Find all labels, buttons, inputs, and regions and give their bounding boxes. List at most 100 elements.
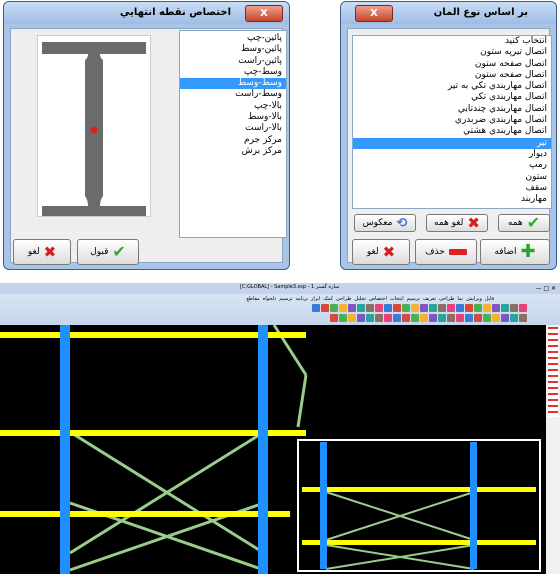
toolbar-tool-icon[interactable]: [510, 304, 518, 312]
list-item[interactable]: مرکز جرم: [180, 135, 286, 146]
toolbar-tool-icon[interactable]: [339, 314, 347, 322]
menu-tab[interactable]: دلخواه: [263, 296, 277, 302]
list-item[interactable]: سقف: [353, 183, 551, 194]
list-item[interactable]: مرکز برش: [180, 146, 286, 157]
menu-tab[interactable]: برنامه: [295, 296, 307, 302]
toolbar-tool-icon[interactable]: [348, 314, 356, 322]
toolbar-tool-icon[interactable]: [366, 314, 374, 322]
cancel-button[interactable]: لغو ✖: [352, 239, 410, 265]
toolbar-tool-icon[interactable]: [456, 314, 464, 322]
list-item[interactable]: اتصال مهاربندي هشتي: [353, 126, 551, 137]
toolbar-tool-icon[interactable]: [393, 314, 401, 322]
toolbar-tool-icon[interactable]: [348, 304, 356, 312]
list-item[interactable]: بالا-چپ: [180, 101, 286, 112]
list-item[interactable]: وسط-راست: [180, 89, 286, 100]
toolbar-tool-icon[interactable]: [420, 304, 428, 312]
list-item[interactable]: وسط-چپ: [180, 67, 286, 78]
menu-tab[interactable]: اختصاص: [369, 296, 387, 302]
cancel-all-button[interactable]: لغو همه ✖: [426, 214, 488, 232]
toolbar-tool-icon[interactable]: [501, 304, 509, 312]
panel-icons[interactable]: [548, 327, 558, 417]
toolbar-tool-icon[interactable]: [357, 304, 365, 312]
toolbar-tool-icon[interactable]: [330, 304, 338, 312]
toolbar-tool-icon[interactable]: [375, 304, 383, 312]
toolbar-tool-icon[interactable]: [501, 314, 509, 322]
toolbar-tool-icon[interactable]: [402, 304, 410, 312]
toolbar-tool-icon[interactable]: [366, 304, 374, 312]
toolbar-tool-icon[interactable]: [438, 314, 446, 322]
list-item[interactable]: اتصال صفحه ستون: [353, 59, 551, 70]
toolbar-tool-icon[interactable]: [312, 304, 320, 312]
list-item[interactable]: تير: [353, 137, 551, 149]
list-item[interactable]: رمپ: [353, 160, 551, 171]
menu-tab[interactable]: ترسیم: [407, 296, 420, 302]
toolbar-tool-icon[interactable]: [339, 304, 347, 312]
end-point-list[interactable]: پائين-چپ پائين-وسط پائين-راست وسط-چپ وسط-وسط…: [179, 30, 287, 238]
list-item[interactable]: ستون: [353, 172, 551, 183]
toolbar-tool-icon[interactable]: [375, 314, 383, 322]
list-item[interactable]: ديوار: [353, 149, 551, 160]
toolbar-tool-icon[interactable]: [465, 304, 473, 312]
list-item[interactable]: بالا-وسط: [180, 112, 286, 123]
close-button[interactable]: X: [355, 5, 393, 22]
toolbar-tool-icon[interactable]: [411, 314, 419, 322]
toolbar-tool-icon[interactable]: [447, 314, 455, 322]
list-item[interactable]: اتصال مهاربندي تکي: [353, 92, 551, 103]
toolbar-tool-icon[interactable]: [393, 304, 401, 312]
list-item[interactable]: پائين-چپ: [180, 33, 286, 44]
list-item[interactable]: وسط-وسط: [180, 78, 286, 90]
menu-tab[interactable]: ترسیم: [279, 296, 292, 302]
toolbar-tool-icon[interactable]: [429, 304, 437, 312]
menu-tab[interactable]: ویرایش: [466, 296, 482, 302]
toolbar-tool-icon[interactable]: [483, 314, 491, 322]
toolbar-tool-icon[interactable]: [402, 314, 410, 322]
toolbar-tool-icon[interactable]: [321, 304, 329, 312]
list-item[interactable]: اتصال مهاربندي چندتايي: [353, 104, 551, 115]
list-item[interactable]: اتصال تيرپه ستون: [353, 47, 551, 58]
toolbar-tool-icon[interactable]: [492, 304, 500, 312]
menu-tab[interactable]: کمک: [323, 296, 333, 302]
toolbar-tool-icon[interactable]: [420, 314, 428, 322]
toolbar-tool-icon[interactable]: [357, 314, 365, 322]
close-button[interactable]: X: [245, 5, 283, 22]
ok-button[interactable]: قبول ✔: [77, 239, 139, 265]
toolbar-tool-icon[interactable]: [447, 304, 455, 312]
menu-tab[interactable]: فایل: [485, 296, 494, 302]
list-item[interactable]: اتصال مهاربندي ضربدري: [353, 115, 551, 126]
model-view-canvas[interactable]: [0, 325, 546, 574]
list-item[interactable]: اتصال صفحه ستون: [353, 70, 551, 81]
toolbar-tool-icon[interactable]: [519, 314, 527, 322]
toolbar-tool-icon[interactable]: [474, 314, 482, 322]
toolbar-tool-icon[interactable]: [492, 314, 500, 322]
menu-tab[interactable]: انتخاب: [390, 296, 404, 302]
list-item[interactable]: بالا-راست: [180, 123, 286, 134]
menu-tab[interactable]: تحلیل: [354, 296, 366, 302]
menu-tab[interactable]: نما: [457, 296, 463, 302]
select-all-button[interactable]: همه ✔: [498, 214, 550, 232]
toolbar-tool-icon[interactable]: [330, 314, 338, 322]
toolbar-tool-icon[interactable]: [519, 304, 527, 312]
menu-tab[interactable]: مقاطع: [246, 296, 259, 302]
toolbar-tool-icon[interactable]: [483, 304, 491, 312]
list-item[interactable]: مهاربند: [353, 194, 551, 205]
menu-tab[interactable]: طراحی: [336, 296, 351, 302]
toolbar-tool-icon[interactable]: [429, 314, 437, 322]
toolbar-tool-icon[interactable]: [510, 314, 518, 322]
toolbar-tool-icon[interactable]: [411, 304, 419, 312]
element-type-list[interactable]: انتخاب کنيد اتصال تيرپه ستون اتصال صفحه س…: [352, 35, 552, 209]
menu-tab[interactable]: ابزار: [311, 296, 320, 302]
list-item[interactable]: پائين-راست: [180, 56, 286, 67]
invert-button[interactable]: معکوس ⟲: [354, 214, 416, 232]
toolbar-tool-icon[interactable]: [474, 304, 482, 312]
toolbar-tool-icon[interactable]: [384, 314, 392, 322]
menu-tab[interactable]: تعریف: [423, 296, 436, 302]
menu-tab[interactable]: طراحی: [439, 296, 454, 302]
toolbar-tool-icon[interactable]: [456, 304, 464, 312]
toolbar-tool-icon[interactable]: [384, 304, 392, 312]
window-controls-icon[interactable]: — □ ✕: [535, 285, 556, 292]
list-item[interactable]: پائين-وسط: [180, 44, 286, 55]
toolbar-tool-icon[interactable]: [438, 304, 446, 312]
list-item[interactable]: اتصال مهاربندي تکي به تير: [353, 81, 551, 92]
cancel-button[interactable]: لغو ✖: [13, 239, 71, 265]
toolbar-tool-icon[interactable]: [465, 314, 473, 322]
